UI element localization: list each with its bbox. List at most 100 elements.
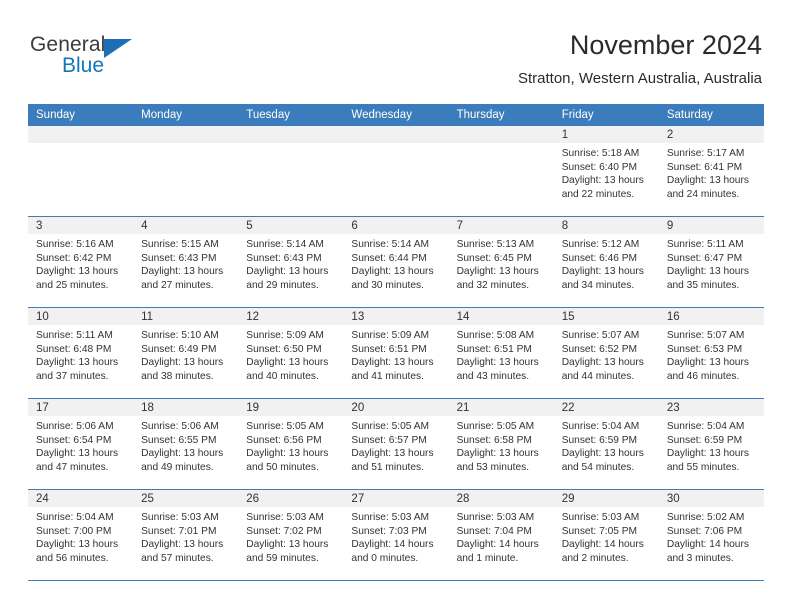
daylight-duration: and 32 minutes.: [456, 279, 530, 291]
daylight-duration: Daylight: 13 hours: [246, 539, 329, 551]
calendar-day-cell-empty: [448, 126, 554, 217]
weekday-header-row: Sunday Monday Tuesday Wednesday Thursday…: [28, 104, 764, 126]
weekday-header-monday: Monday: [133, 104, 239, 126]
day-number: 1: [553, 126, 659, 143]
calendar-day-cell[interactable]: 22 Sunrise: 5:04 AM Sunset: 6:59 PM Dayligh…: [553, 398, 659, 490]
day-number: 13: [343, 308, 449, 325]
sunrise-time: Sunrise: 5:02 AM: [666, 512, 745, 523]
calendar-day-cell-empty: [28, 126, 134, 217]
calendar-day-cell[interactable]: 12 Sunrise: 5:09 AM Sunset: 6:50 PM Dayligh…: [238, 307, 344, 399]
calendar-week-row: 1 Sunrise: 5:18 AM Sunset: 6:40 PM Daylight…: [28, 126, 764, 217]
day-details: Sunrise: 5:18 AM Sunset: 6:40 PM Daylight:…: [554, 143, 659, 201]
sunrise-time: Sunrise: 5:18 AM: [561, 148, 640, 159]
daylight-duration: Daylight: 13 hours: [666, 175, 749, 187]
weekday-header-sunday: Sunday: [28, 104, 134, 126]
daylight-duration: and 44 minutes.: [561, 370, 635, 382]
daylight-duration: and 29 minutes.: [246, 279, 319, 291]
calendar-day-cell[interactable]: 3 Sunrise: 5:16 AM Sunset: 6:42 PM Daylight…: [28, 216, 134, 308]
calendar-day-cell[interactable]: 1 Sunrise: 5:18 AM Sunset: 6:40 PM Daylight…: [553, 126, 659, 217]
sunset-time: Sunset: 6:56 PM: [246, 434, 322, 446]
calendar-day-cell[interactable]: 26 Sunrise: 5:03 AM Sunset: 7:02 PM Dayligh…: [238, 489, 344, 581]
calendar-day-cell[interactable]: 2 Sunrise: 5:17 AM Sunset: 6:41 PM Daylight…: [658, 126, 764, 217]
daylight-duration: Daylight: 13 hours: [666, 357, 749, 369]
weekday-header-tuesday: Tuesday: [238, 104, 344, 126]
page-header: General Blue November 2024 Stratton, Wes…: [0, 0, 792, 100]
daylight-duration: and 53 minutes.: [456, 461, 530, 473]
calendar-day-cell[interactable]: 7 Sunrise: 5:13 AM Sunset: 6:45 PM Daylight…: [448, 216, 554, 308]
daylight-duration: Daylight: 13 hours: [141, 448, 224, 460]
day-details: Sunrise: 5:09 AM Sunset: 6:50 PM Daylight:…: [238, 325, 343, 383]
calendar-day-cell[interactable]: 8 Sunrise: 5:12 AM Sunset: 6:46 PM Daylight…: [553, 216, 659, 308]
sunset-time: Sunset: 6:53 PM: [666, 343, 743, 355]
day-number: 9: [658, 217, 764, 234]
calendar-day-cell[interactable]: 4 Sunrise: 5:15 AM Sunset: 6:43 PM Daylight…: [133, 216, 239, 308]
sunrise-time: Sunrise: 5:06 AM: [141, 421, 219, 432]
calendar-day-cell[interactable]: 9 Sunrise: 5:11 AM Sunset: 6:47 PM Daylight…: [658, 216, 764, 308]
calendar-day-cell[interactable]: 20 Sunrise: 5:05 AM Sunset: 6:57 PM Dayligh…: [343, 398, 449, 490]
daylight-duration: Daylight: 13 hours: [666, 266, 749, 278]
day-number: [133, 126, 239, 143]
calendar-day-cell[interactable]: 13 Sunrise: 5:09 AM Sunset: 6:51 PM Dayligh…: [343, 307, 449, 399]
daylight-duration: and 25 minutes.: [36, 279, 109, 291]
weekday-header-thursday: Thursday: [448, 104, 554, 126]
day-number: 20: [343, 399, 449, 416]
calendar-week-row: 3 Sunrise: 5:16 AM Sunset: 6:42 PM Daylight…: [28, 216, 764, 308]
sunrise-time: Sunrise: 5:07 AM: [666, 330, 745, 341]
day-details: Sunrise: 5:11 AM Sunset: 6:48 PM Daylight:…: [28, 325, 133, 383]
day-details: Sunrise: 5:05 AM Sunset: 6:56 PM Daylight:…: [238, 416, 343, 474]
calendar-day-cell[interactable]: 19 Sunrise: 5:05 AM Sunset: 6:56 PM Dayligh…: [238, 398, 344, 490]
daylight-duration: and 57 minutes.: [141, 552, 214, 564]
calendar-day-cell[interactable]: 21 Sunrise: 5:05 AM Sunset: 6:58 PM Dayligh…: [448, 398, 554, 490]
calendar-day-cell[interactable]: 28 Sunrise: 5:03 AM Sunset: 7:04 PM Dayligh…: [448, 489, 554, 581]
calendar-day-cell[interactable]: 24 Sunrise: 5:04 AM Sunset: 7:00 PM Dayligh…: [28, 489, 134, 581]
blue-triangle-logo-icon: [104, 39, 132, 58]
day-number: 21: [448, 399, 554, 416]
sunrise-time: Sunrise: 5:14 AM: [246, 239, 324, 250]
calendar-day-cell[interactable]: 18 Sunrise: 5:06 AM Sunset: 6:55 PM Dayligh…: [133, 398, 239, 490]
sunset-time: Sunset: 6:49 PM: [141, 343, 217, 355]
calendar-day-cell[interactable]: 29 Sunrise: 5:03 AM Sunset: 7:05 PM Dayligh…: [553, 489, 659, 581]
weekday-header-wednesday: Wednesday: [343, 104, 449, 126]
calendar-day-cell[interactable]: 16 Sunrise: 5:07 AM Sunset: 6:53 PM Dayligh…: [658, 307, 764, 399]
sunset-time: Sunset: 7:06 PM: [666, 525, 743, 537]
sunset-time: Sunset: 7:02 PM: [246, 525, 322, 537]
day-number: 11: [133, 308, 239, 325]
daylight-duration: and 22 minutes.: [561, 188, 635, 200]
calendar-day-cell[interactable]: 14 Sunrise: 5:08 AM Sunset: 6:51 PM Dayligh…: [448, 307, 554, 399]
sunset-time: Sunset: 6:58 PM: [456, 434, 532, 446]
calendar-day-cell[interactable]: 30 Sunrise: 5:02 AM Sunset: 7:06 PM Dayligh…: [658, 489, 764, 581]
day-details: Sunrise: 5:14 AM Sunset: 6:43 PM Daylight:…: [238, 234, 343, 292]
daylight-duration: and 56 minutes.: [36, 552, 109, 564]
calendar-day-cell[interactable]: 5 Sunrise: 5:14 AM Sunset: 6:43 PM Daylight…: [238, 216, 344, 308]
day-number: 14: [448, 308, 554, 325]
calendar-day-cell[interactable]: 27 Sunrise: 5:03 AM Sunset: 7:03 PM Dayligh…: [343, 489, 449, 581]
calendar-day-cell[interactable]: 23 Sunrise: 5:04 AM Sunset: 6:59 PM Dayligh…: [658, 398, 764, 490]
sunset-time: Sunset: 6:44 PM: [351, 252, 427, 264]
calendar-day-cell[interactable]: 10 Sunrise: 5:11 AM Sunset: 6:48 PM Dayligh…: [28, 307, 134, 399]
sunrise-time: Sunrise: 5:03 AM: [561, 512, 640, 523]
day-number: 6: [343, 217, 449, 234]
sunrise-time: Sunrise: 5:17 AM: [666, 148, 745, 159]
title-block: November 2024 Stratton, Western Australi…: [518, 28, 762, 90]
sunset-time: Sunset: 7:05 PM: [561, 525, 638, 537]
calendar-day-cell[interactable]: 6 Sunrise: 5:14 AM Sunset: 6:44 PM Daylight…: [343, 216, 449, 308]
calendar-day-cell[interactable]: 11 Sunrise: 5:10 AM Sunset: 6:49 PM Dayligh…: [133, 307, 239, 399]
daylight-duration: and 50 minutes.: [246, 461, 319, 473]
daylight-duration: Daylight: 13 hours: [141, 539, 224, 551]
day-details: Sunrise: 5:05 AM Sunset: 6:57 PM Daylight:…: [343, 416, 448, 474]
sunrise-time: Sunrise: 5:05 AM: [246, 421, 324, 432]
sunset-time: Sunset: 7:03 PM: [351, 525, 427, 537]
calendar-day-cell[interactable]: 17 Sunrise: 5:06 AM Sunset: 6:54 PM Dayligh…: [28, 398, 134, 490]
day-details: Sunrise: 5:06 AM Sunset: 6:54 PM Daylight:…: [28, 416, 133, 474]
daylight-duration: Daylight: 13 hours: [561, 448, 644, 460]
sunrise-time: Sunrise: 5:07 AM: [561, 330, 640, 341]
calendar-day-cell[interactable]: 25 Sunrise: 5:03 AM Sunset: 7:01 PM Dayligh…: [133, 489, 239, 581]
day-details: Sunrise: 5:16 AM Sunset: 6:42 PM Daylight:…: [28, 234, 133, 292]
brand-logo[interactable]: General Blue: [30, 33, 230, 83]
day-details: Sunrise: 5:07 AM Sunset: 6:52 PM Daylight:…: [554, 325, 659, 383]
sunrise-time: Sunrise: 5:04 AM: [666, 421, 745, 432]
sunrise-time: Sunrise: 5:10 AM: [141, 330, 219, 341]
calendar-day-cell[interactable]: 15 Sunrise: 5:07 AM Sunset: 6:52 PM Dayligh…: [553, 307, 659, 399]
daylight-duration: and 24 minutes.: [666, 188, 740, 200]
daylight-duration: Daylight: 14 hours: [666, 539, 749, 551]
